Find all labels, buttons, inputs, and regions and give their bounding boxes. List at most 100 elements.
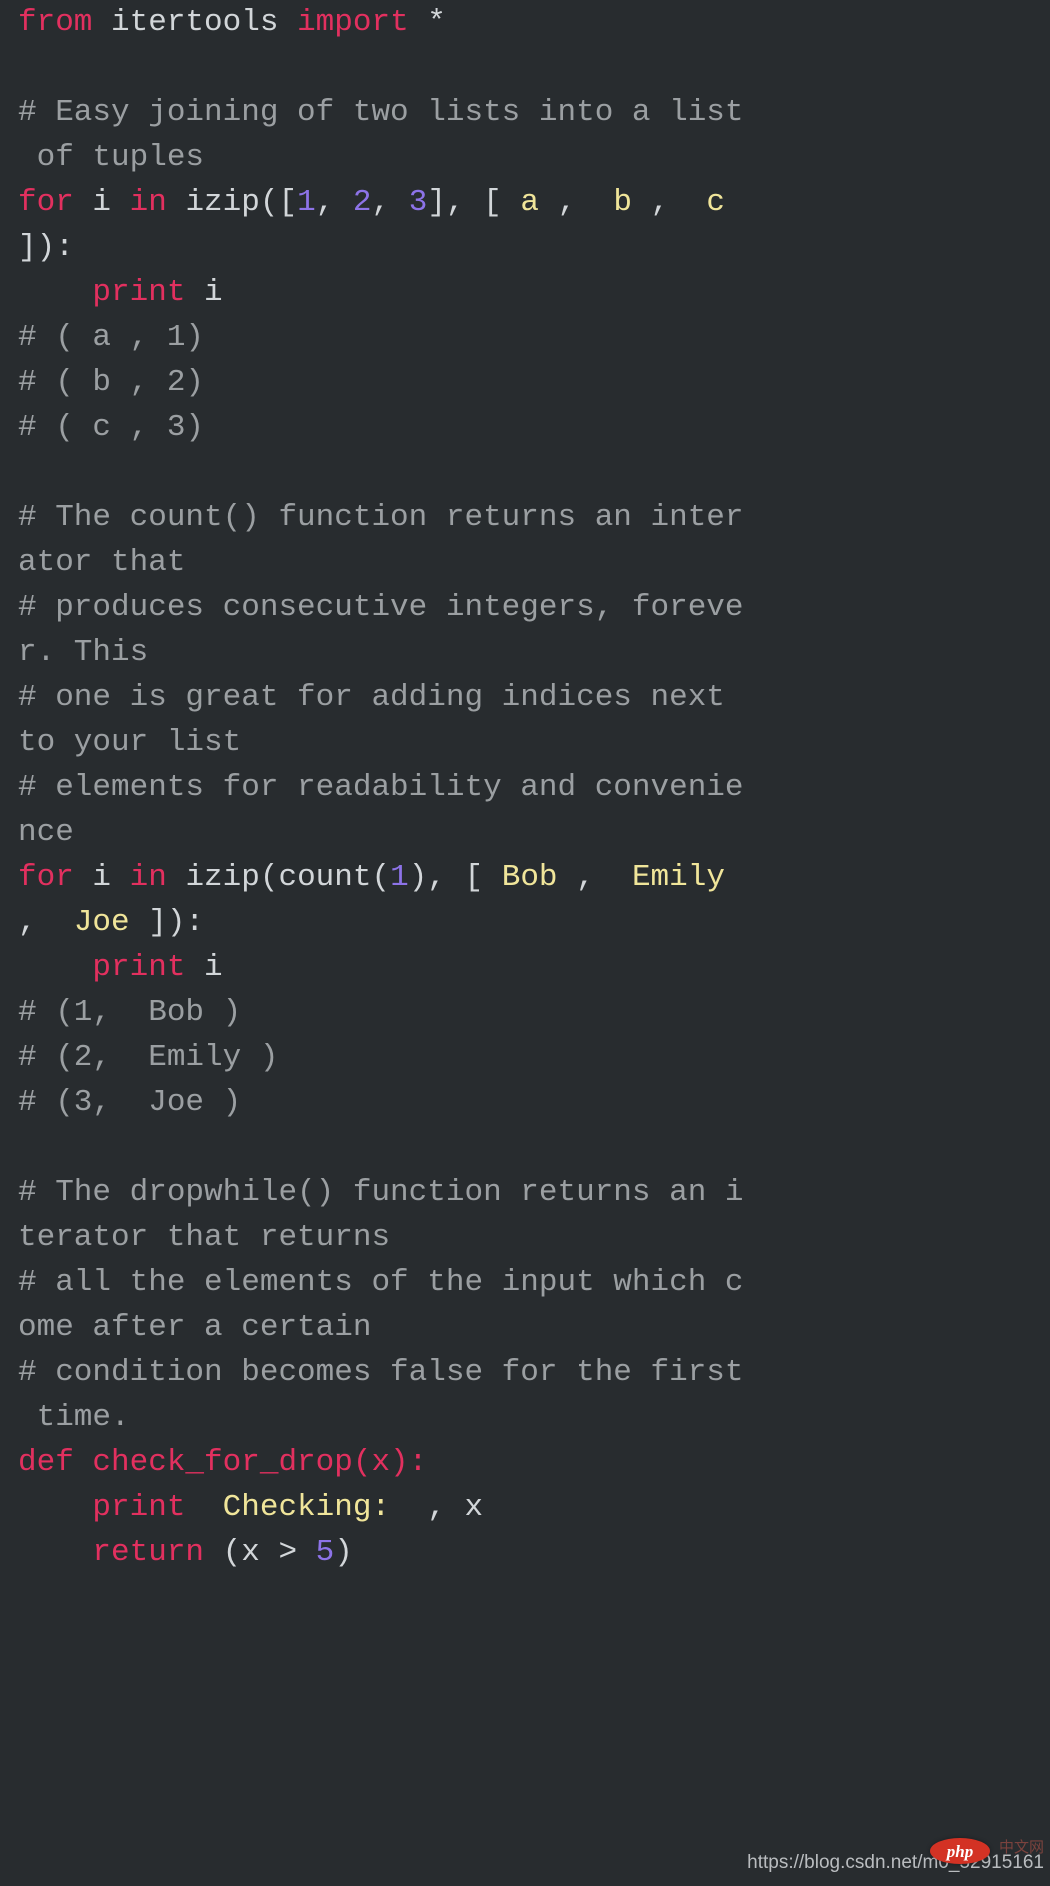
watermark: php 中文网 https://blog.csdn.net/m0_5291516… — [747, 1838, 1044, 1878]
code-lines-container: from itertools import * # Easy joining of… — [18, 0, 1050, 1575]
code-line: # ( a , 1) — [18, 315, 1050, 360]
code-line: # Easy joining of two lists into a list — [18, 90, 1050, 135]
code-token-com: # The dropwhile() function returns an i — [18, 1175, 744, 1210]
code-token-num: 3 — [408, 185, 428, 220]
code-token-com: of tuples — [18, 140, 205, 175]
code-line: # (2, Emily ) — [18, 1035, 1050, 1080]
code-line: print i — [18, 270, 1050, 315]
code-line: print Checking: , x — [18, 1485, 1050, 1530]
code-token-com: # ( a , 1) — [18, 320, 205, 355]
code-line: terator that returns — [18, 1215, 1050, 1260]
code-token-plain: i — [73, 185, 130, 220]
code-token-com: # ( b , 2) — [18, 365, 205, 400]
code-line: # all the elements of the input which c — [18, 1260, 1050, 1305]
code-token-com: # one is great for adding indices next — [18, 680, 725, 715]
code-token-kw: in — [129, 860, 167, 895]
code-token-com: ome after a certain — [18, 1310, 372, 1345]
code-token-com: nce — [18, 815, 74, 850]
code-token-plain: ]): — [129, 905, 205, 940]
code-line: # one is great for adding indices next — [18, 675, 1050, 720]
code-token-plain: ]): — [18, 230, 74, 265]
code-token-plain: , — [315, 185, 353, 220]
code-viewer: from itertools import * # Easy joining of… — [0, 0, 1050, 1886]
code-line: ator that — [18, 540, 1050, 585]
code-line: for i in izip(count(1), [ Bob , Emily — [18, 855, 1050, 900]
code-line: # ( c , 3) — [18, 405, 1050, 450]
code-line: , Joe ]): — [18, 900, 1050, 945]
php-logo-label: php — [946, 1841, 974, 1861]
code-line: # ( b , 2) — [18, 360, 1050, 405]
code-token-plain: , — [18, 905, 74, 940]
code-token-kw: from — [18, 5, 93, 40]
code-line: to your list — [18, 720, 1050, 765]
code-line: # The count() function returns an inter — [18, 495, 1050, 540]
code-line: # elements for readability and convenie — [18, 765, 1050, 810]
code-token-str: b — [613, 185, 632, 220]
code-token-com: # Easy joining of two lists into a list — [18, 95, 744, 130]
code-token-plain: , — [371, 185, 409, 220]
code-token-kw: return — [92, 1535, 205, 1570]
code-token-num: 1 — [297, 185, 316, 220]
code-token-plain: * — [408, 5, 446, 40]
code-token-com: # all the elements of the input which c — [18, 1265, 744, 1300]
code-token-plain: , — [557, 860, 632, 895]
code-token-plain: i — [185, 950, 223, 985]
code-token-com: # condition becomes false for the first — [18, 1355, 744, 1390]
code-token-num: 2 — [352, 185, 372, 220]
code-line: return (x > 5) — [18, 1530, 1050, 1575]
code-token-com: to your list — [18, 725, 242, 760]
code-token-com: # elements for readability and convenie — [18, 770, 744, 805]
code-token-plain: izip([ — [166, 185, 298, 220]
code-token-com: # ( c , 3) — [18, 410, 205, 445]
code-line: for i in izip([1, 2, 3], [ a , b , c — [18, 180, 1050, 225]
code-token-num: 5 — [315, 1535, 335, 1570]
code-token-com: # produces consecutive integers, foreve — [18, 590, 744, 625]
code-line: # The dropwhile() function returns an i — [18, 1170, 1050, 1215]
code-line: from itertools import * — [18, 0, 1050, 45]
code-token-com: time. — [18, 1400, 130, 1435]
code-line: r. This — [18, 630, 1050, 675]
code-token-str: a — [520, 185, 539, 220]
code-line: def check_for_drop(x): — [18, 1440, 1050, 1485]
code-line: of tuples — [18, 135, 1050, 180]
code-token-com: ator that — [18, 545, 186, 580]
code-token-num: 1 — [390, 860, 409, 895]
code-token-plain: i — [73, 860, 130, 895]
code-token-com: # The count() function returns an inter — [18, 500, 744, 535]
code-token-com: r. This — [18, 635, 149, 670]
code-line: # (1, Bob ) — [18, 990, 1050, 1035]
code-token-kw: print — [92, 950, 186, 985]
code-token-str: Joe — [73, 905, 130, 940]
code-token-kw: for — [18, 860, 74, 895]
code-token-kw: print — [92, 275, 186, 310]
code-token-com: terator that returns — [18, 1220, 391, 1255]
code-token-plain: , — [632, 185, 707, 220]
code-token-kw: import — [297, 5, 409, 40]
code-token-com: # (3, Joe ) — [18, 1085, 242, 1120]
code-token-plain: ) — [334, 1535, 353, 1570]
code-line: nce — [18, 810, 1050, 855]
code-line: ome after a certain — [18, 1305, 1050, 1350]
code-token-kw: print — [92, 1490, 186, 1525]
code-line: ]): — [18, 225, 1050, 270]
code-line: # condition becomes false for the first — [18, 1350, 1050, 1395]
code-token-str: Bob — [501, 860, 558, 895]
code-token-plain: ), [ — [408, 860, 502, 895]
code-token-plain: itertools — [92, 5, 298, 40]
code-line: # produces consecutive integers, foreve — [18, 585, 1050, 630]
code-line: # (3, Joe ) — [18, 1080, 1050, 1125]
php-logo-icon: php — [930, 1838, 990, 1864]
code-token-plain: , x — [390, 1490, 484, 1525]
code-token-com: # (1, Bob ) — [18, 995, 242, 1030]
watermark-brand-mark: 中文网 — [998, 1839, 1044, 1856]
code-token-str: Emily — [631, 860, 725, 895]
code-token-plain: i — [185, 275, 223, 310]
code-line: time. — [18, 1395, 1050, 1440]
